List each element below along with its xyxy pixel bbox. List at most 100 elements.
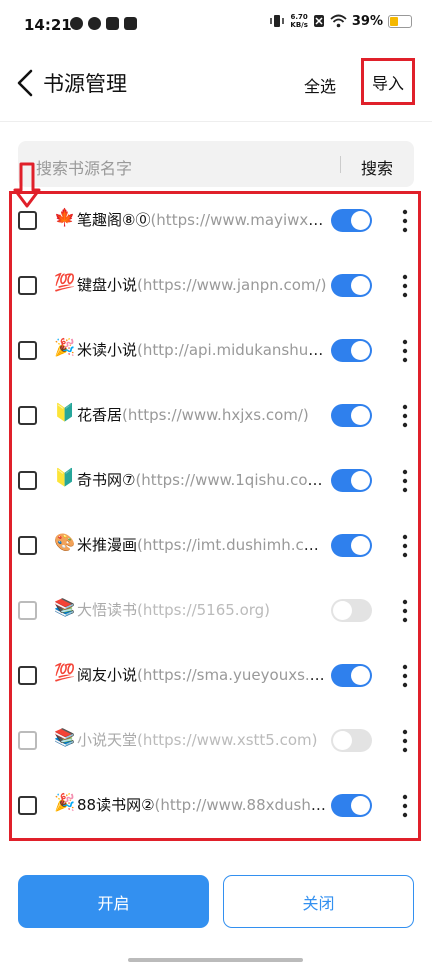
list-item[interactable]: 💯 键盘小说(https://www.janpn.com/) [0,254,432,319]
wifi-icon [330,14,347,28]
source-label: 米读小说(http://api.midukanshu.c… [77,339,327,360]
back-arrow-icon[interactable] [14,65,42,101]
list-item[interactable]: 🔰 奇书网⑦(https://www.1qishu.com/) [0,449,432,514]
more-vertical-icon[interactable] [399,338,411,364]
more-vertical-icon[interactable] [399,208,411,234]
source-name: 花香居 [77,406,123,424]
source-label: 小说天堂(https://www.xstt5.com) [77,729,327,750]
source-emoji-icon: 🎨 [54,533,76,553]
battery-icon [388,14,412,28]
list-item[interactable]: 🎉 88读书网②(http://www.88xdushu… [0,774,432,839]
row-checkbox[interactable] [18,211,37,230]
select-all-button[interactable]: 全选 [304,73,336,97]
enable-toggle[interactable] [331,794,372,817]
enable-toggle[interactable] [331,599,372,622]
search-button[interactable]: 搜索 [361,155,393,179]
list-item[interactable]: 📚 小说天堂(https://www.xstt5.com) [0,709,432,774]
toggle-knob [351,471,370,490]
more-vertical-icon[interactable] [399,533,411,559]
enable-toggle[interactable] [331,404,372,427]
toggle-knob [351,211,370,230]
source-url: (https://www.janpn.com/) [137,276,327,294]
list-item[interactable]: 🔰 花香居(https://www.hxjxs.com/) [0,384,432,449]
source-label: 米推漫画(https://imt.dushimh.com) [77,534,327,555]
more-vertical-icon[interactable] [399,728,411,754]
source-url: (http://api.midukanshu.c… [137,341,327,359]
search-input[interactable]: 搜索书源名字 [36,155,132,179]
source-label: 奇书网⑦(https://www.1qishu.com/) [77,469,327,490]
home-indicator[interactable] [128,958,303,962]
battery-percent: 39% [351,13,383,29]
enable-toggle[interactable] [331,534,372,557]
source-label: 88读书网②(http://www.88xdushu… [77,794,327,815]
more-vertical-icon[interactable] [399,468,411,494]
source-name: 小说天堂 [77,731,138,749]
enable-toggle[interactable] [331,729,372,752]
list-item[interactable]: 💯 阅友小说(https://sma.yueyouxs.co… [0,644,432,709]
source-name: 笔趣阁⑧⓪ [77,211,151,229]
source-name: 大悟读书 [77,601,138,619]
row-checkbox[interactable] [18,731,37,750]
source-label: 大悟读书(https://5165.org) [77,599,327,620]
source-emoji-icon: 📚 [54,598,76,618]
source-url: (https://www.1qishu.com/) [135,471,327,489]
search-bar: 搜索书源名字 搜索 [18,141,414,187]
search-separator [340,156,341,173]
more-vertical-icon[interactable] [399,598,411,624]
app-header: 书源管理 全选 导入 [0,55,432,115]
source-url: (https://www.mayiwxw… [150,211,327,229]
more-vertical-icon[interactable] [399,403,411,429]
source-name: 阅友小说 [77,666,138,684]
system-status: 6.70 KB/s 39% [269,13,412,29]
source-url: (http://www.88xdushu… [154,796,327,814]
enable-toggle[interactable] [331,339,372,362]
toggle-knob [351,341,370,360]
toggle-knob [351,666,370,685]
source-emoji-icon: 📚 [54,728,76,748]
source-url: (https://www.xstt5.com) [137,731,318,749]
source-name: 88读书网② [77,796,155,814]
network-speed: 6.70 KB/s [290,13,308,29]
source-url: (https://www.hxjxs.com/) [122,406,309,424]
row-checkbox[interactable] [18,276,37,295]
row-checkbox[interactable] [18,536,37,555]
more-vertical-icon[interactable] [399,273,411,299]
list-item[interactable]: 🎨 米推漫画(https://imt.dushimh.com) [0,514,432,579]
toggle-knob [333,731,352,750]
more-vertical-icon[interactable] [399,793,411,819]
source-url: (https://sma.yueyouxs.co… [137,666,327,684]
source-name: 米读小说 [77,341,138,359]
list-item[interactable]: 📚 大悟读书(https://5165.org) [0,579,432,644]
row-checkbox[interactable] [18,666,37,685]
notification-app-icon [70,17,83,30]
row-checkbox[interactable] [18,796,37,815]
enable-toggle[interactable] [331,209,372,232]
source-emoji-icon: 💯 [54,663,76,683]
enable-toggle[interactable] [331,274,372,297]
enable-button[interactable]: 开启 [18,875,209,928]
row-checkbox[interactable] [18,341,37,360]
disable-label: 关闭 [302,893,335,913]
source-label: 键盘小说(https://www.janpn.com/) [77,274,327,295]
disable-button[interactable]: 关闭 [223,875,414,928]
list-item[interactable]: 🎉 米读小说(http://api.midukanshu.c… [0,319,432,384]
enable-toggle[interactable] [331,469,372,492]
enable-toggle[interactable] [331,664,372,687]
notification-app-icon [88,17,101,30]
list-item[interactable]: 🍁 笔趣阁⑧⓪(https://www.mayiwxw… [0,189,432,254]
toggle-knob [351,276,370,295]
battery-level [390,16,398,26]
row-checkbox[interactable] [18,406,37,425]
more-vertical-icon[interactable] [399,663,411,689]
source-url: (https://imt.dushimh.com) [137,536,327,554]
source-emoji-icon: 🍁 [54,208,76,228]
vibrate-icon [270,15,285,27]
import-button[interactable]: 导入 [361,58,415,105]
source-url: (https://5165.org) [137,601,271,619]
header-divider [0,121,432,122]
toggle-knob [351,796,370,815]
source-label: 阅友小说(https://sma.yueyouxs.co… [77,664,327,685]
row-checkbox[interactable] [18,471,37,490]
toggle-knob [351,536,370,555]
row-checkbox[interactable] [18,601,37,620]
